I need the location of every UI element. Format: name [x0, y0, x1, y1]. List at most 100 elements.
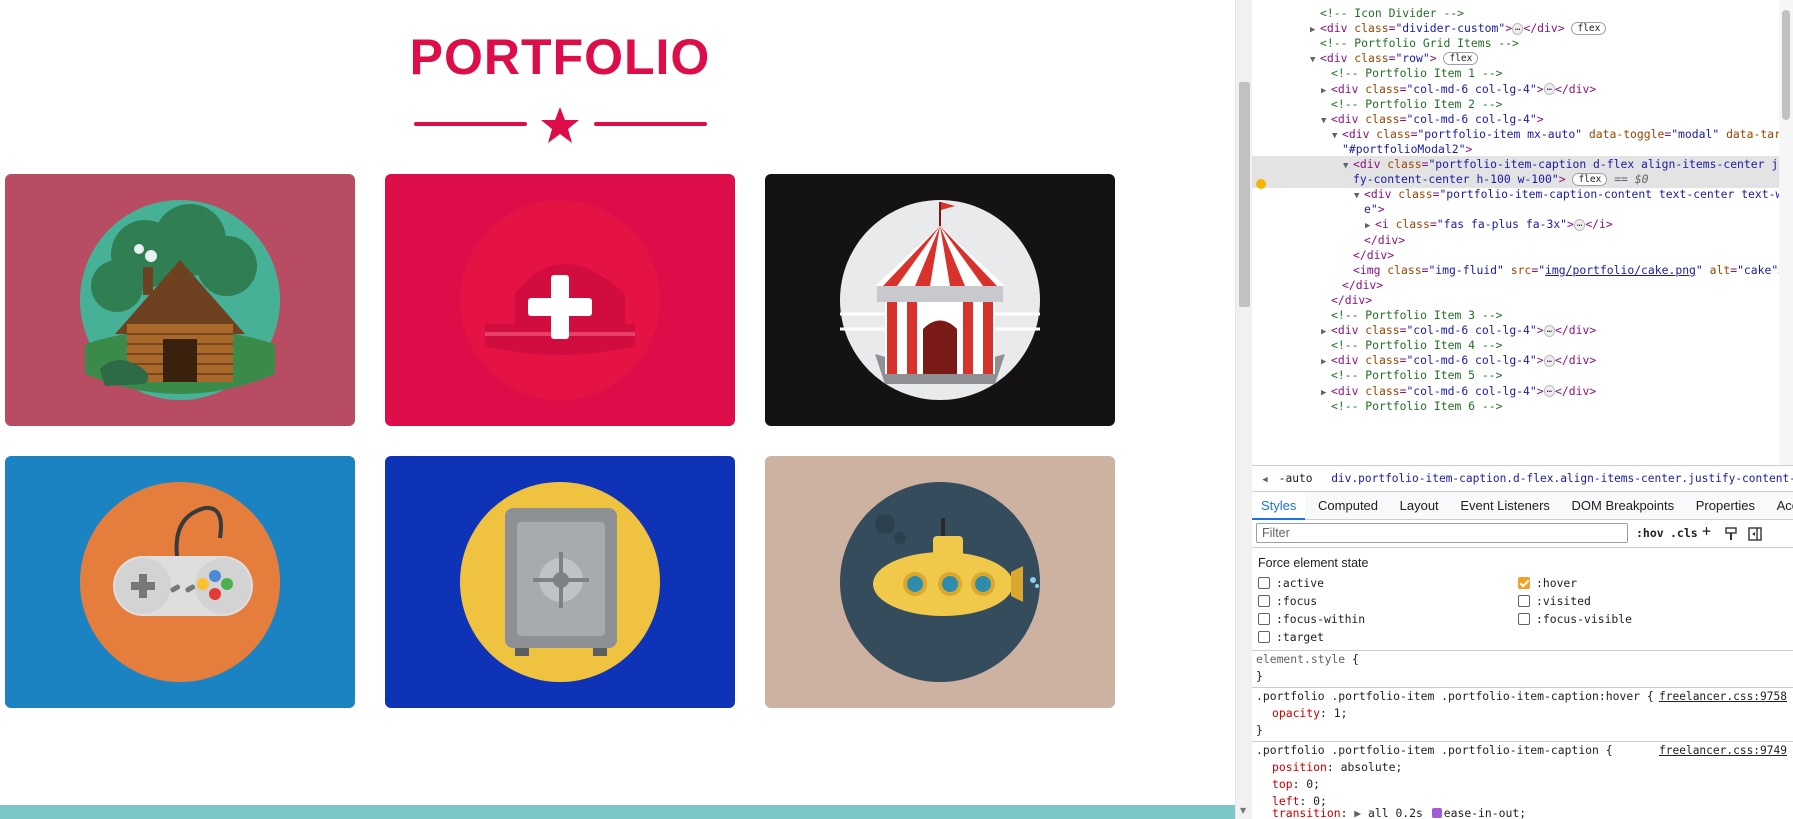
checkbox[interactable]	[1518, 613, 1530, 625]
tab-event-listeners[interactable]: Event Listeners	[1451, 492, 1559, 520]
tab-computed[interactable]: Computed	[1309, 492, 1387, 520]
dom-node-markup: <div class="col-md-6 col-lg-4">… </div>	[1331, 353, 1597, 368]
dom-node-markup: <!-- Portfolio Item 4 -->	[1331, 338, 1503, 353]
checkbox[interactable]	[1518, 595, 1530, 607]
dom-node-markup: <div class="col-md-6 col-lg-4">	[1331, 111, 1544, 126]
game-controller-image	[80, 482, 280, 682]
force-state-focus-within[interactable]: :focus-within	[1258, 611, 1365, 627]
checkbox[interactable]	[1258, 577, 1270, 589]
dom-node-markup: <!-- Portfolio Item 5 -->	[1331, 368, 1503, 383]
declaration-position[interactable]: position: absolute;	[1272, 759, 1402, 776]
dom-node-markup: <div class="portfolio-item mx-auto" data…	[1342, 126, 1793, 141]
paint-brush-icon[interactable]	[1724, 525, 1738, 543]
elements-dom-tree[interactable]: <!-- Icon Divider --> ▶ <div class="divide…	[1252, 0, 1793, 465]
element-style-rule[interactable]: element.style {	[1256, 651, 1359, 668]
force-state-focus[interactable]: :focus	[1258, 593, 1317, 609]
new-style-rule-button[interactable]: +	[1702, 522, 1711, 540]
page-title: PORTFOLIO	[409, 29, 711, 85]
hover-rule-source-link[interactable]: freelancer.css:9758	[1659, 688, 1787, 705]
dom-node-markup: <!-- Portfolio Item 3 -->	[1331, 308, 1503, 322]
page-viewport: PORTFOLIO	[0, 0, 1235, 819]
dom-node-markup: <!-- Icon Divider -->	[1320, 6, 1465, 20]
dom-node[interactable]: <!-- Portfolio Item 6 -->	[1252, 398, 1779, 415]
page-scrollbar[interactable]: ▼	[1235, 0, 1252, 819]
circus-image	[840, 200, 1040, 400]
declaration-top[interactable]: top: 0;	[1272, 776, 1320, 793]
dom-node-markup: <!-- Portfolio Item 2 -->	[1331, 96, 1503, 111]
page-scrollbar-thumb[interactable]	[1239, 82, 1250, 307]
styles-toolbar: :hov .cls +	[1252, 520, 1793, 548]
portfolio-item-cabin[interactable]	[5, 174, 355, 426]
dom-node-markup: fy-content-center h-100 w-100"> flex == …	[1353, 172, 1649, 187]
dom-node-markup: <img class="img-fluid" src="img/portfoli…	[1353, 262, 1785, 277]
checkbox[interactable]	[1258, 631, 1270, 643]
breadcrumb-item-prev[interactable]: -auto	[1279, 472, 1313, 485]
dom-node-markup: <div class="col-md-6 col-lg-4">… </div>	[1331, 323, 1597, 338]
breadcrumb-left-arrow-icon[interactable]: ◀	[1258, 467, 1272, 491]
scroll-down-arrow-icon[interactable]: ▼	[1240, 807, 1246, 815]
dom-node-markup: </div>	[1342, 277, 1384, 292]
dom-node-markup: "#portfolioModal2">	[1342, 141, 1473, 156]
footer-bar	[0, 805, 1235, 819]
dom-node-markup: <div class="portfolio-item-caption d-fle…	[1353, 157, 1793, 171]
element-style-close: }	[1256, 669, 1263, 683]
dom-node-markup: </div>	[1353, 247, 1395, 262]
dom-node-markup: <!-- Portfolio Grid Items -->	[1320, 36, 1519, 51]
dom-node-markup: <!-- Portfolio Item 6 -->	[1331, 398, 1503, 413]
dom-node-markup: </div>	[1364, 232, 1406, 247]
portfolio-item-game[interactable]	[5, 456, 355, 708]
submarine-image	[840, 482, 1040, 682]
divider-line-left	[414, 122, 527, 126]
tab-dom-breakpoints[interactable]: DOM Breakpoints	[1563, 492, 1684, 520]
devtools-panel: <!-- Icon Divider --> ▶ <div class="divide…	[1252, 0, 1793, 819]
declaration-transition[interactable]: transition: ▶ all 0.2s ease-in-out;	[1272, 805, 1526, 819]
force-state-hover[interactable]: :hover	[1518, 575, 1577, 591]
hover-rule-selector[interactable]: .portfolio .portfolio-item .portfolio-it…	[1256, 688, 1654, 705]
breadcrumb-item-current[interactable]: div.portfolio-item-caption.d-flex.align-…	[1331, 472, 1793, 485]
force-state-focus-visible[interactable]: :focus-visible	[1518, 611, 1632, 627]
portfolio-item-circus[interactable]	[765, 174, 1115, 426]
cabin-image	[80, 200, 280, 400]
force-state-title: Force element state	[1258, 556, 1369, 570]
tab-layout[interactable]: Layout	[1391, 492, 1448, 520]
caption-rule-selector[interactable]: .portfolio .portfolio-item .portfolio-it…	[1256, 742, 1613, 759]
dom-node-markup: <div class="col-md-6 col-lg-4">… </div>	[1331, 383, 1597, 398]
plus-icon	[528, 275, 592, 339]
star-icon	[541, 107, 579, 143]
dom-node-markup: <div class="col-md-6 col-lg-4">… </div>	[1331, 81, 1597, 96]
tab-properties[interactable]: Properties	[1687, 492, 1764, 520]
portfolio-item-safe[interactable]	[385, 456, 735, 708]
easing-editor-icon[interactable]	[1431, 808, 1442, 818]
toggle-sidebar-icon[interactable]	[1748, 525, 1762, 543]
caption-rule-source-link[interactable]: freelancer.css:9749	[1659, 742, 1787, 759]
hover-rule-close: }	[1256, 723, 1263, 737]
dom-node-markup: <div class="portfolio-item-caption-conte…	[1364, 187, 1793, 202]
expand-arrow-icon[interactable]: ▶	[1354, 806, 1361, 819]
styles-filter-input[interactable]	[1256, 523, 1628, 543]
tab-styles[interactable]: Styles	[1252, 492, 1306, 520]
dom-node-markup: e">	[1364, 202, 1385, 217]
safe-image	[460, 482, 660, 682]
force-state-active[interactable]: :active	[1258, 575, 1324, 591]
portfolio-item-cake[interactable]	[385, 174, 735, 426]
dom-node-markup: <div class="row"> flex	[1320, 51, 1479, 66]
checkbox[interactable]	[1258, 613, 1270, 625]
dom-tree-scrollbar[interactable]	[1779, 0, 1793, 465]
sidebar-tabs: Styles Computed Layout Event Listeners D…	[1252, 492, 1793, 520]
force-state-visited[interactable]: :visited	[1518, 593, 1591, 609]
checkbox[interactable]	[1258, 595, 1270, 607]
declaration-opacity[interactable]: opacity: 1;	[1272, 705, 1347, 722]
dom-node-markup: </div>	[1331, 292, 1373, 307]
dom-node-markup: <i class="fas fa-plus fa-3x">… </i>	[1375, 217, 1613, 232]
cls-toggle-button[interactable]: .cls	[1670, 524, 1698, 542]
breadcrumb: ◀ -auto div.portfolio-item-caption.d-fle…	[1252, 465, 1793, 492]
dom-node-markup: <div class="divider-custom">… </div> flex	[1320, 21, 1607, 36]
force-state-target[interactable]: :target	[1258, 629, 1324, 645]
portfolio-item-submarine[interactable]	[765, 456, 1115, 708]
checkbox-checked[interactable]	[1518, 577, 1530, 589]
divider-line-right	[594, 122, 707, 126]
hov-toggle-button[interactable]: :hov	[1636, 524, 1664, 542]
tab-accessibility[interactable]: Accessibility	[1768, 492, 1793, 520]
dom-tree-scrollbar-thumb[interactable]	[1782, 10, 1790, 120]
dom-node-markup: <!-- Portfolio Item 1 -->	[1331, 66, 1503, 81]
